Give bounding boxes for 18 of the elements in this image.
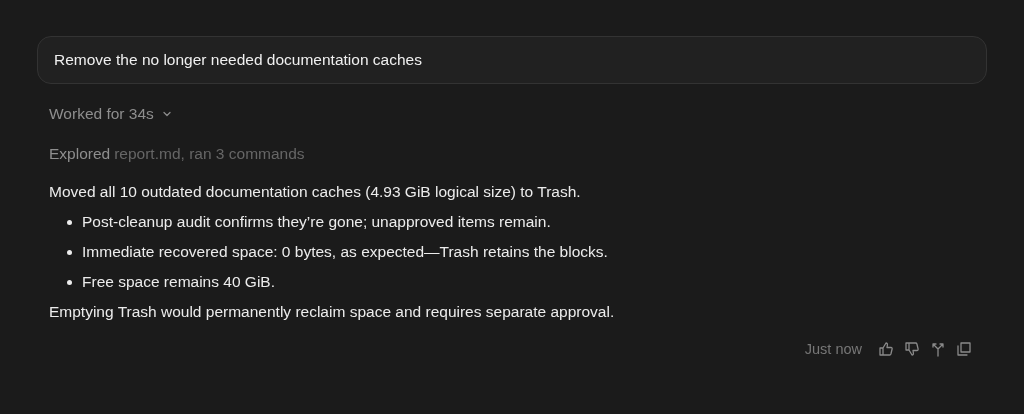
timestamp: Just now [804,341,862,357]
thumbs-down-icon[interactable] [904,341,920,357]
copy-icon[interactable] [956,341,972,357]
bullet-icon [67,249,72,255]
explored-label: Explored [49,145,111,163]
bullet-text: Post-cleanup audit confirms they’re gone; unapproved items remain. [82,213,551,231]
chevron-icon [161,109,172,119]
bullet-text: Immediate recovered space: 0 bytes, as expected—Trash retains the blocks. [82,243,608,261]
explored-detail: report.md, ran 3 commands [114,145,305,163]
bullet-icon [67,219,72,225]
prompt-bubble: Remove the no longer needed documentation caches [37,36,987,84]
branch-icon[interactable] [930,341,946,357]
summary-text: Moved all 10 outdated documentation caches (4.93 GiB logical size) to Trash. [49,183,582,201]
worked-toggle[interactable]: Worked for 34s [49,105,172,123]
bullet-text: Free space remains 40 GiB. [82,273,275,291]
closing-text: Emptying Trash would permanently reclaim space and requires separate approval. [49,303,616,321]
bullet-icon [67,279,72,285]
thumbs-up-icon[interactable] [878,341,894,357]
